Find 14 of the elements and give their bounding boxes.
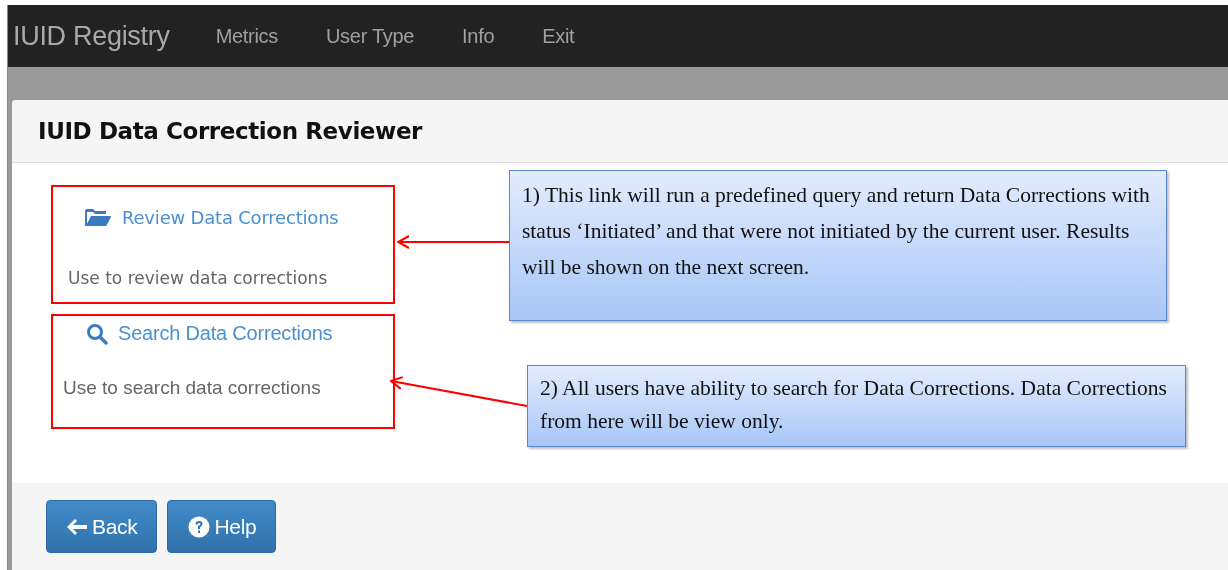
brand-link[interactable]: IUID Registry xyxy=(13,20,170,52)
help-button[interactable]: Help xyxy=(166,500,276,553)
panel-title: IUID Data Correction Reviewer xyxy=(38,118,423,144)
callout-note: 2) All users have ability to search for Data Corrections. Data Corrections from here will be view only. xyxy=(527,365,1186,447)
nav-link[interactable]: Info xyxy=(462,24,495,48)
nav-link[interactable]: Metrics xyxy=(215,24,278,48)
option-description: Use to search data corrections xyxy=(63,377,322,399)
callout-note: 1) This link will run a predefined query and return Data Corrections with status ‘Initiated’ and that were not initiated by the current user. Results will be shown on the next screen. xyxy=(509,170,1167,321)
option-link[interactable]: Search Data Corrections xyxy=(86,322,393,345)
option-description: Use to review data corrections xyxy=(68,268,329,288)
back-button[interactable]: Back xyxy=(46,500,157,553)
option-link[interactable]: Review Data Corrections xyxy=(84,207,393,228)
nav-link[interactable]: User Type xyxy=(325,24,415,48)
nav-link[interactable]: Exit xyxy=(542,24,575,48)
